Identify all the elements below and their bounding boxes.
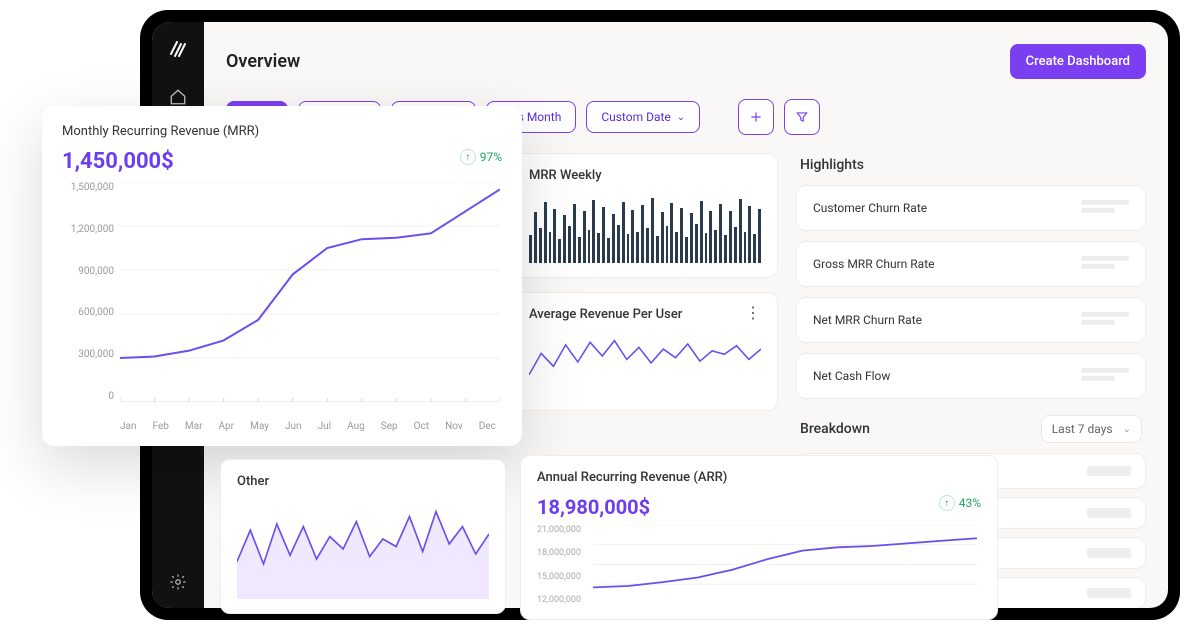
highlight-label: Net Cash Flow [813,369,890,383]
arr-delta-value: 43% [959,496,981,510]
create-dashboard-button[interactable]: Create Dashboard [1010,44,1146,79]
breakdown-range-select[interactable]: Last 7 days ⌄ [1041,415,1142,443]
placeholder-icon [1081,368,1129,384]
mrr-weekly-card: MRR Weekly [512,153,778,278]
breakdown-range-label: Last 7 days [1052,422,1113,436]
arpu-chart [529,332,761,392]
arr-value: 18,980,000$ [537,495,981,519]
placeholder-icon [1081,312,1129,328]
highlights-title: Highlights [800,157,1146,173]
settings-icon[interactable] [168,572,188,592]
mrr-monthly-card: Monthly Recurring Revenue (MRR) ↑ 97% 1,… [42,106,522,446]
highlight-item[interactable]: Customer Churn Rate [796,185,1146,231]
arrow-up-icon: ↑ [939,495,955,511]
page-title: Overview [226,51,300,72]
placeholder-icon [1081,200,1129,216]
arr-chart: 21,000,00018,000,00015,000,00012,000,000 [537,525,981,605]
highlight-item[interactable]: Gross MRR Churn Rate [796,241,1146,287]
mrr-value: 1,450,000$ [62,149,502,174]
breakdown-title: Breakdown [800,421,870,437]
placeholder-icon [1081,256,1129,272]
highlight-item[interactable]: Net Cash Flow [796,353,1146,399]
highlight-label: Net MRR Churn Rate [813,313,922,327]
chevron-down-icon: ⌄ [677,112,685,123]
other-chart [237,499,489,599]
home-icon[interactable] [168,87,188,107]
mrr-title: Monthly Recurring Revenue (MRR) [62,124,502,139]
highlight-item[interactable]: Net MRR Churn Rate [796,297,1146,343]
logo-icon [169,40,187,63]
add-button[interactable] [738,99,774,135]
filter-custom-date[interactable]: Custom Date ⌄ [586,101,700,133]
highlight-label: Gross MRR Churn Rate [813,257,935,271]
arrow-up-icon: ↑ [460,149,476,165]
mrr-chart: 1,500,0001,200,000900,000600,000300,0000… [62,182,502,432]
mrr-weekly-bars [529,193,761,263]
placeholder-icon [1087,588,1131,598]
placeholder-icon [1087,508,1131,518]
filter-button[interactable] [784,99,820,135]
breakdown-header: Breakdown Last 7 days ⌄ [800,415,1142,443]
other-title: Other [237,474,489,489]
mrr-delta-value: 97% [480,150,502,164]
placeholder-icon [1087,548,1131,558]
highlight-label: Customer Churn Rate [813,201,927,215]
filter-custom-date-label: Custom Date [601,110,670,124]
arr-title: Annual Recurring Revenue (ARR) [537,470,981,485]
mrr-weekly-title: MRR Weekly [529,168,761,183]
chevron-down-icon: ⌄ [1123,424,1131,435]
arpu-title: Average Revenue Per User [529,307,761,322]
other-card: Other [220,459,506,614]
mrr-delta: ↑ 97% [460,149,502,165]
arr-card: Annual Recurring Revenue (ARR) ↑ 43% 18,… [520,455,998,620]
highlights-list: Customer Churn Rate Gross MRR Churn Rate N… [796,185,1146,399]
arpu-card: ⋮ Average Revenue Per User [512,292,778,411]
placeholder-icon [1087,466,1131,476]
more-icon[interactable]: ⋮ [745,307,761,319]
header: Overview Create Dashboard [226,44,1146,79]
arr-delta: ↑ 43% [939,495,981,511]
